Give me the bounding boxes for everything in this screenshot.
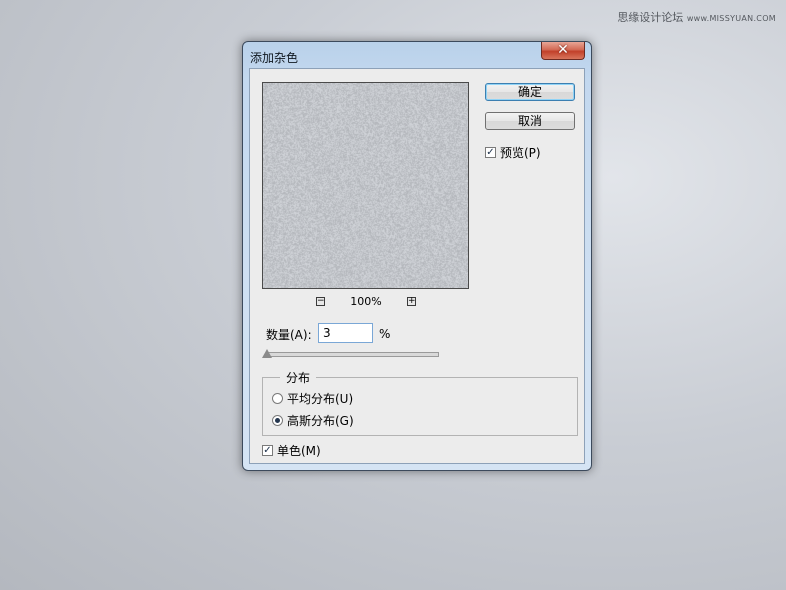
zoom-level: 100% bbox=[350, 295, 382, 308]
add-noise-dialog: 添加杂色 ✕ − 100% + 确定 取消 ✓ 预览(P) 数量(A): % 分… bbox=[242, 41, 592, 471]
watermark-url: www.MISSYUAN.COM bbox=[686, 14, 776, 23]
preview-checkbox[interactable]: ✓ bbox=[485, 147, 496, 158]
uniform-radio-label[interactable]: 平均分布(U) bbox=[287, 390, 353, 407]
dialog-title: 添加杂色 bbox=[250, 51, 299, 65]
zoom-in-button[interactable]: + bbox=[407, 297, 416, 306]
amount-label: 数量(A): bbox=[266, 328, 312, 342]
checkmark-icon: ✓ bbox=[263, 445, 272, 456]
ok-button[interactable]: 确定 bbox=[485, 83, 575, 101]
monochromatic-checkbox-label[interactable]: 单色(M) bbox=[277, 442, 321, 459]
close-icon: ✕ bbox=[557, 42, 569, 58]
preview-checkbox-label[interactable]: 预览(P) bbox=[500, 144, 541, 161]
amount-slider-thumb[interactable] bbox=[262, 349, 273, 358]
amount-slider-track[interactable] bbox=[266, 352, 439, 357]
zoom-out-button[interactable]: − bbox=[316, 297, 325, 306]
checkmark-icon: ✓ bbox=[486, 147, 495, 158]
amount-unit: % bbox=[379, 327, 391, 341]
close-button[interactable]: ✕ bbox=[541, 42, 585, 60]
gaussian-radio-label[interactable]: 高斯分布(G) bbox=[287, 412, 354, 429]
dialog-titlebar[interactable]: 添加杂色 ✕ bbox=[243, 42, 591, 68]
watermark: 思缘设计论坛 www.MISSYUAN.COM bbox=[617, 9, 776, 25]
uniform-radio[interactable] bbox=[272, 393, 283, 404]
amount-input[interactable] bbox=[318, 323, 373, 343]
dialog-client-area: − 100% + 确定 取消 ✓ 预览(P) 数量(A): % 分布 平均分布(… bbox=[249, 68, 585, 464]
watermark-site-name: 思缘设计论坛 bbox=[617, 11, 684, 24]
gaussian-radio[interactable] bbox=[272, 415, 283, 426]
distribution-group-title: 分布 bbox=[280, 369, 317, 386]
minus-icon: − bbox=[317, 296, 325, 306]
noise-preview[interactable] bbox=[262, 82, 469, 289]
plus-icon: + bbox=[408, 296, 416, 306]
monochromatic-checkbox[interactable]: ✓ bbox=[262, 445, 273, 456]
cancel-button[interactable]: 取消 bbox=[485, 112, 575, 130]
